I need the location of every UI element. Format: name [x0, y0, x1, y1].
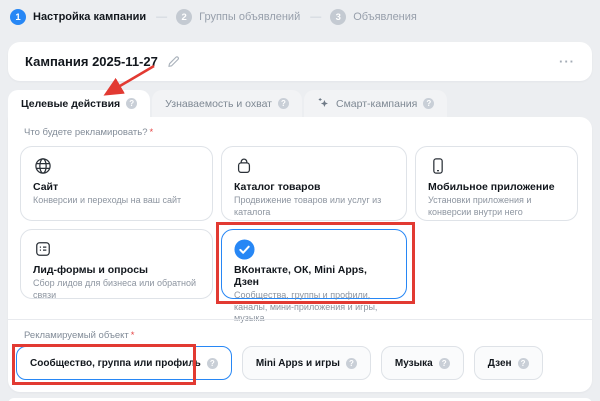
objective-question-label: Что будете рекламировать?* [24, 127, 153, 138]
objective-card-site[interactable]: Сайт Конверсии и переходы на ваш сайт [20, 146, 213, 221]
edit-pencil-icon[interactable] [167, 55, 181, 69]
step-number-badge: 3 [330, 9, 346, 25]
pill-dzen[interactable]: Дзен ? [474, 346, 543, 380]
pill-community-group-profile[interactable]: Сообщество, группа или профиль ? [16, 346, 232, 380]
tab-label: Узнаваемость и охват [165, 98, 272, 110]
phone-icon [428, 156, 565, 177]
step-label: Объявления [353, 11, 417, 23]
campaign-title: Кампания 2025-11-27 [25, 54, 158, 69]
help-icon[interactable]: ? [423, 98, 434, 109]
required-mark: * [150, 127, 154, 138]
bag-icon [234, 156, 394, 177]
stepper-separator: — [156, 11, 166, 23]
objective-question-text: Что будете рекламировать? [24, 127, 148, 138]
help-icon[interactable]: ? [346, 358, 357, 369]
vk-ads-campaign-setup-page: 1 Настройка кампании — 2 Группы объявлен… [0, 0, 600, 401]
sparkle-icon [317, 97, 330, 110]
objective-cards-row-1: Сайт Конверсии и переходы на ваш сайт Ка… [20, 146, 578, 221]
pill-label: Музыка [395, 358, 433, 369]
ad-object-label: Рекламируемый объект* [24, 330, 135, 341]
help-icon[interactable]: ? [439, 358, 450, 369]
tab-awareness-reach[interactable]: Узнаваемость и охват ? [152, 90, 302, 117]
campaign-title-card: Кампания 2025-11-27 ··· [8, 42, 592, 81]
stepper-step-ad-groups[interactable]: 2 Группы объявлений [176, 9, 300, 25]
pill-label: Дзен [488, 358, 512, 369]
objective-card-title: Лид-формы и опросы [33, 264, 200, 276]
stepper-step-campaign-settings[interactable]: 1 Настройка кампании [10, 9, 146, 25]
ad-object-pills: Сообщество, группа или профиль ? Mini Ap… [16, 346, 543, 380]
objective-card-title: ВКонтакте, ОК, Mini Apps, Дзен [234, 264, 394, 288]
required-mark: * [131, 330, 135, 341]
pill-label: Сообщество, группа или профиль [30, 358, 201, 369]
pill-mini-apps-games[interactable]: Mini Apps и игры ? [242, 346, 371, 380]
target-actions-panel: Что будете рекламировать?* Сайт Конверси… [8, 117, 592, 392]
help-icon[interactable]: ? [126, 98, 137, 109]
objective-card-description: Установки приложения и конверсии внутри … [428, 195, 565, 218]
help-icon[interactable]: ? [207, 358, 218, 369]
objective-card-mobile-app[interactable]: Мобильное приложение Установки приложени… [415, 146, 578, 221]
form-icon [33, 239, 200, 260]
ad-object-label-text: Рекламируемый объект [24, 330, 129, 341]
step-label: Настройка кампании [33, 11, 146, 23]
help-icon[interactable]: ? [278, 98, 289, 109]
stepper-step-ads[interactable]: 3 Объявления [330, 9, 417, 25]
objective-card-title: Мобильное приложение [428, 181, 565, 193]
objective-cards-row-2: Лид-формы и опросы Сбор лидов для бизнес… [20, 229, 407, 299]
campaign-stepper: 1 Настройка кампании — 2 Группы объявлен… [10, 9, 417, 25]
tab-target-actions[interactable]: Целевые действия ? [8, 90, 150, 117]
tab-label: Смарт-кампания [336, 98, 417, 110]
more-menu-icon[interactable]: ··· [559, 55, 575, 68]
objective-card-title: Каталог товаров [234, 181, 394, 193]
objective-card-description: Продвижение товаров или услуг из каталог… [234, 195, 394, 218]
pill-label: Mini Apps и игры [256, 358, 340, 369]
objective-card-vk-ok-miniapps-dzen[interactable]: ВКонтакте, ОК, Mini Apps, Дзен Сообществ… [221, 229, 407, 299]
step-number-badge: 1 [10, 9, 26, 25]
tab-smart-campaign[interactable]: Смарт-кампания ? [304, 90, 447, 117]
stepper-separator: — [310, 11, 320, 23]
check-circle-icon [234, 239, 394, 260]
tab-label: Целевые действия [21, 98, 120, 110]
objective-card-catalog[interactable]: Каталог товаров Продвижение товаров или … [221, 146, 407, 221]
objective-card-description: Сбор лидов для бизнеса или обратной связ… [33, 278, 200, 301]
pill-music[interactable]: Музыка ? [381, 346, 464, 380]
objective-card-description: Конверсии и переходы на ваш сайт [33, 195, 200, 207]
help-icon[interactable]: ? [518, 358, 529, 369]
objective-card-lead-forms[interactable]: Лид-формы и опросы Сбор лидов для бизнес… [20, 229, 213, 299]
step-label: Группы объявлений [199, 11, 300, 23]
globe-icon [33, 156, 200, 177]
section-divider [8, 319, 592, 320]
campaign-type-tabs: Целевые действия ? Узнаваемость и охват … [8, 90, 447, 117]
step-number-badge: 2 [176, 9, 192, 25]
objective-card-title: Сайт [33, 181, 200, 193]
